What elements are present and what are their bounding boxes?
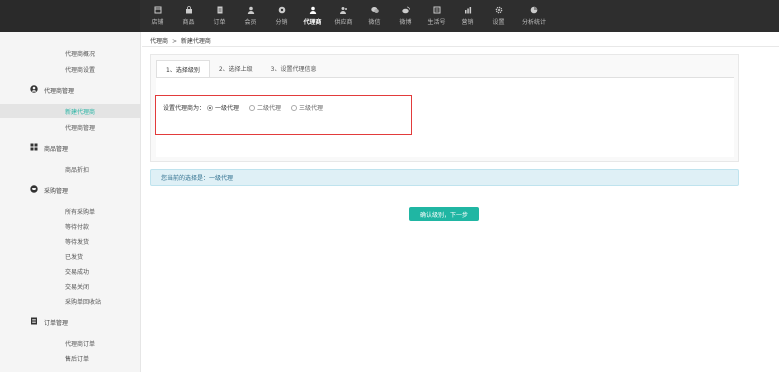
sidebar-item-agent-overview[interactable]: 代理商概况 [65, 49, 95, 58]
distribution-icon [278, 6, 286, 14]
sidebar-item-purchase-recycle[interactable]: 采购单回收站 [65, 297, 101, 306]
nav-item-life[interactable]: 生活号 [421, 0, 452, 32]
tab-select-parent[interactable]: 2、选择上级 [210, 60, 262, 77]
breadcrumb-parent[interactable]: 代理商 [150, 38, 168, 45]
nav-item-members[interactable]: 会员 [235, 0, 266, 32]
current-selection-info: 您当前的选择是：一级代理 [150, 169, 739, 186]
supplier-icon [339, 6, 348, 14]
sidebar-item-new-agent[interactable]: 新建代理商 [65, 107, 95, 116]
member-icon [247, 6, 255, 14]
highlight-box [155, 95, 412, 135]
nav-item-settings[interactable]: 设置 [483, 0, 514, 32]
nav-label: 分析统计 [521, 19, 546, 26]
radio-dot [207, 104, 214, 111]
order-icon [216, 6, 224, 14]
nav-label: 营销 [461, 19, 474, 26]
nav-item-analytics[interactable]: 分析统计 [514, 0, 554, 32]
breadcrumb-current: 新建代理商 [180, 38, 211, 45]
analytics-icon [530, 6, 538, 14]
sidebar-group-agent-mgmt: 代理商管理 [44, 88, 75, 95]
bag-icon [185, 6, 193, 14]
radio-level-1[interactable]: 一级代理 [207, 103, 239, 112]
nav-item-orders[interactable]: 订单 [204, 0, 235, 32]
agent-level-radio-group: 设置代理商为： 一级代理 二级代理 三级代理 [163, 103, 333, 112]
radio-label-level-3: 三级代理 [299, 105, 324, 112]
sidebar-item-agent-orders[interactable]: 代理商订单 [65, 339, 95, 348]
sidebar-group-order-mgmt: 订单管理 [44, 320, 69, 327]
confirm-level-next-button[interactable]: 确认级别，下一步 [409, 207, 479, 221]
nav-item-goods[interactable]: 商品 [173, 0, 204, 32]
sidebar-group-goods-mgmt: 商品管理 [44, 146, 69, 153]
sidebar-item-deal-success[interactable]: 交易成功 [65, 267, 89, 276]
nav-label: 分销 [275, 19, 288, 26]
radio-label-level-1: 一级代理 [215, 105, 240, 112]
sidebar-item-wait-pay[interactable]: 等待付款 [65, 222, 89, 231]
document-icon [30, 317, 38, 325]
radio-label-level-2: 二级代理 [257, 105, 282, 112]
logo-area [0, 0, 140, 32]
nav-item-wechat[interactable]: 微信 [359, 0, 390, 32]
nav-item-store[interactable]: 店铺 [142, 0, 173, 32]
main-nav: 店铺 商品 订单 会员 分销 代理商 供应商 微信 微博 生活号 营销 设置 分… [142, 0, 554, 32]
breadcrumb: 代理商 > 新建代理商 [150, 36, 211, 45]
sidebar-item-agent-settings[interactable]: 代理商设置 [65, 65, 95, 74]
weibo-icon [401, 6, 410, 14]
nav-item-supplier[interactable]: 供应商 [328, 0, 359, 32]
breadcrumb-divider [142, 46, 779, 47]
nav-item-distribution[interactable]: 分销 [266, 0, 297, 32]
wizard-tabs: 1、选择级别 2、选择上级 3、设置代理信息 [156, 60, 325, 77]
nav-label: 生活号 [427, 19, 446, 26]
nav-label: 订单 [213, 19, 226, 26]
cart-circle-icon [30, 185, 38, 193]
nav-label: 设置 [492, 19, 505, 26]
sidebar-item-deal-closed[interactable]: 交易关闭 [65, 282, 89, 291]
agent-level-label: 设置代理商为： [163, 105, 206, 112]
life-icon [433, 6, 441, 14]
nav-item-weibo[interactable]: 微博 [390, 0, 421, 32]
nav-label: 微信 [368, 19, 381, 26]
sidebar-item-all-purchase[interactable]: 所有采购单 [65, 207, 95, 216]
sidebar-group-purchase-mgmt: 采购管理 [44, 188, 69, 195]
gear-icon [495, 6, 503, 14]
user-circle-icon [30, 85, 38, 93]
nav-label: 商品 [182, 19, 195, 26]
nav-label: 代理商 [303, 19, 322, 26]
sidebar-item-wait-ship[interactable]: 等待发货 [65, 237, 89, 246]
radio-level-2[interactable]: 二级代理 [249, 103, 281, 112]
nav-label: 供应商 [334, 19, 353, 26]
tab-set-agent-info[interactable]: 3、设置代理信息 [262, 60, 326, 77]
sidebar-item-shipped[interactable]: 已发货 [65, 252, 83, 261]
nav-item-agent[interactable]: 代理商 [297, 0, 328, 32]
nav-label: 微博 [399, 19, 412, 26]
nav-label: 店铺 [151, 19, 164, 26]
sidebar-item-after-sale[interactable]: 售后订单 [65, 354, 89, 363]
sidebar: 代理商概况 代理商设置 代理商管理 新建代理商 代理商管理 商品管理 商品折扣 … [0, 32, 141, 372]
store-icon [154, 6, 162, 14]
top-nav-bar: 店铺 商品 订单 会员 分销 代理商 供应商 微信 微博 生活号 营销 设置 分… [0, 0, 779, 32]
radio-dot [291, 104, 298, 111]
sidebar-item-agent-mgmt[interactable]: 代理商管理 [65, 123, 95, 132]
grid-icon [30, 143, 38, 151]
radio-dot [249, 104, 256, 111]
marketing-icon [464, 6, 472, 14]
nav-item-marketing[interactable]: 营销 [452, 0, 483, 32]
sidebar-item-goods-discount[interactable]: 商品折扣 [65, 165, 89, 174]
radio-level-3[interactable]: 三级代理 [291, 103, 323, 112]
wechat-icon [370, 6, 379, 14]
nav-label: 会员 [244, 19, 257, 26]
agent-icon [309, 6, 317, 14]
tab-select-level[interactable]: 1、选择级别 [156, 60, 210, 77]
breadcrumb-separator: > [171, 38, 177, 45]
